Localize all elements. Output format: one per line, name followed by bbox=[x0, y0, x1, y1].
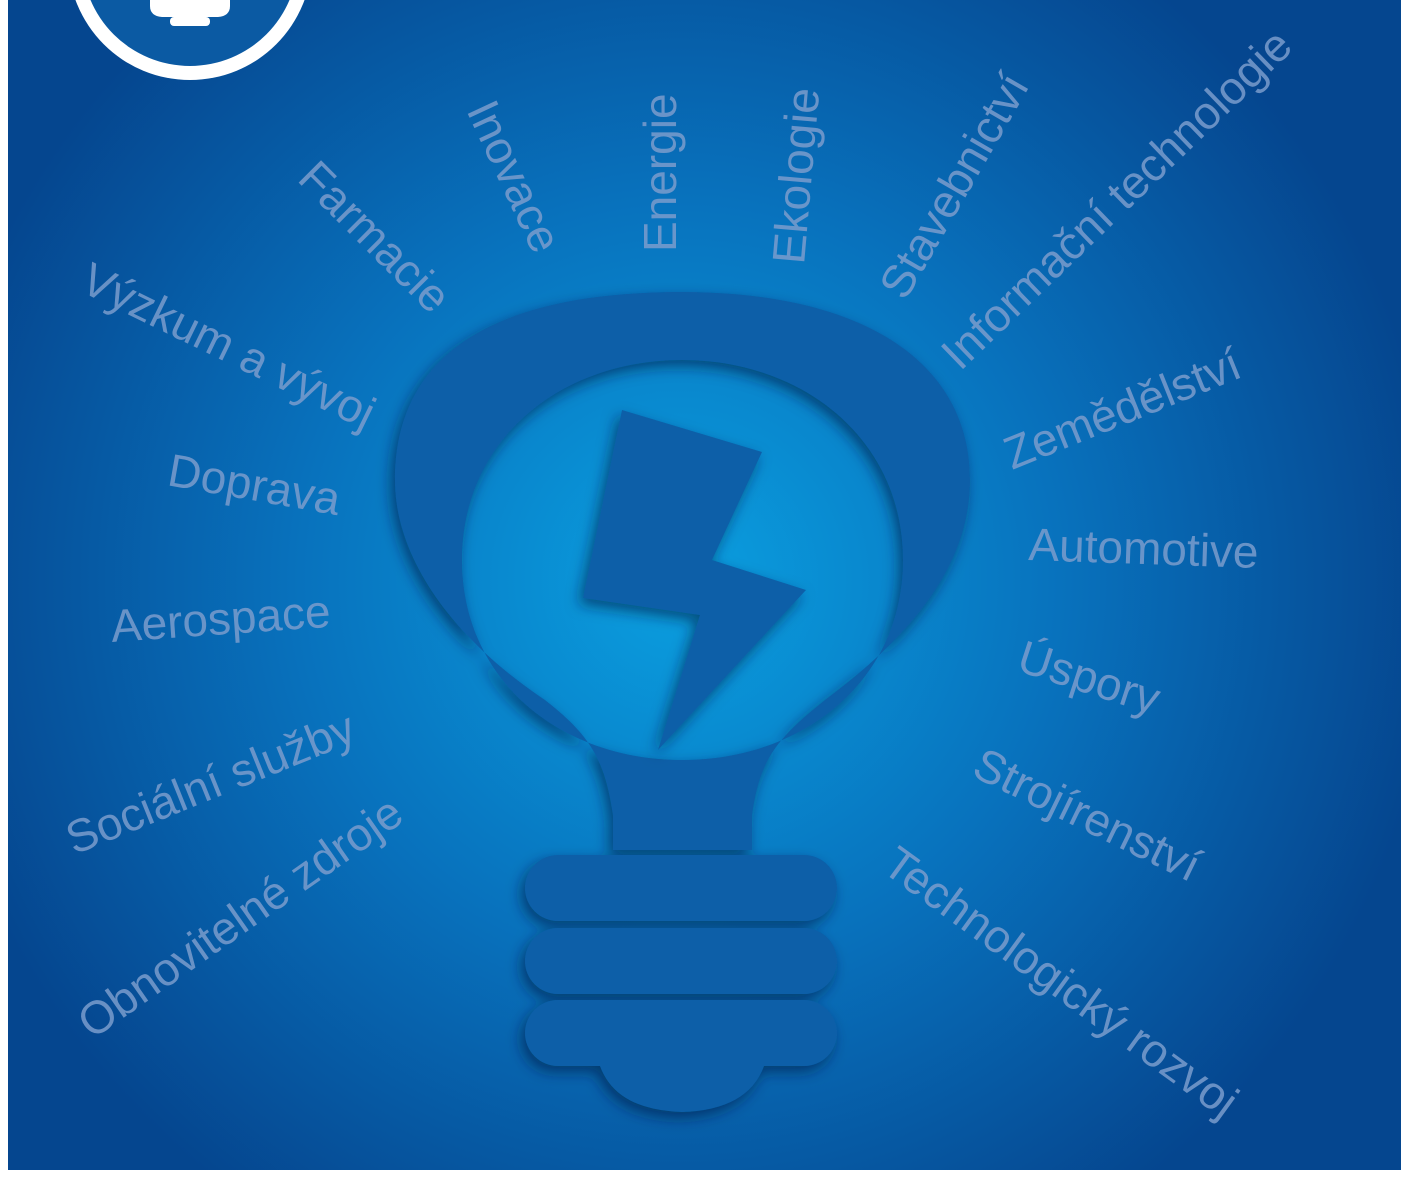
bulb-thread-1 bbox=[525, 855, 837, 921]
poster-artwork: Inovace Energie Ekologie Farmacie Staveb… bbox=[0, 0, 1407, 1184]
bulb-thread-2 bbox=[525, 928, 837, 994]
keyword-energie: Energie bbox=[634, 93, 686, 252]
bulb-thread-3 bbox=[525, 1000, 837, 1066]
poster: Inovace Energie Ekologie Farmacie Staveb… bbox=[0, 0, 1407, 1184]
keyword-automotive: Automotive bbox=[1028, 518, 1260, 578]
